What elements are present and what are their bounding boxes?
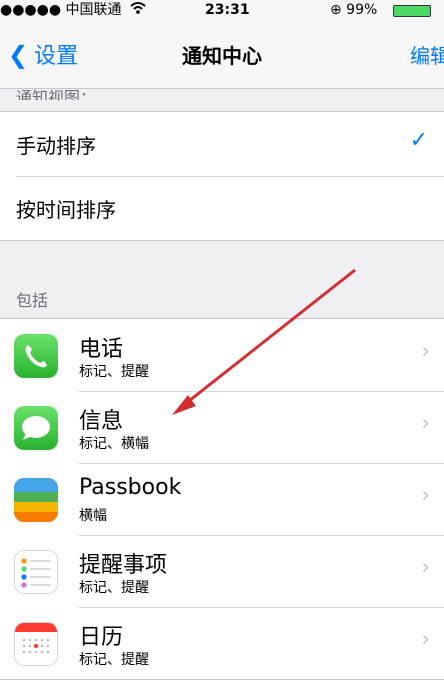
- annotation-arrow: [172, 268, 356, 415]
